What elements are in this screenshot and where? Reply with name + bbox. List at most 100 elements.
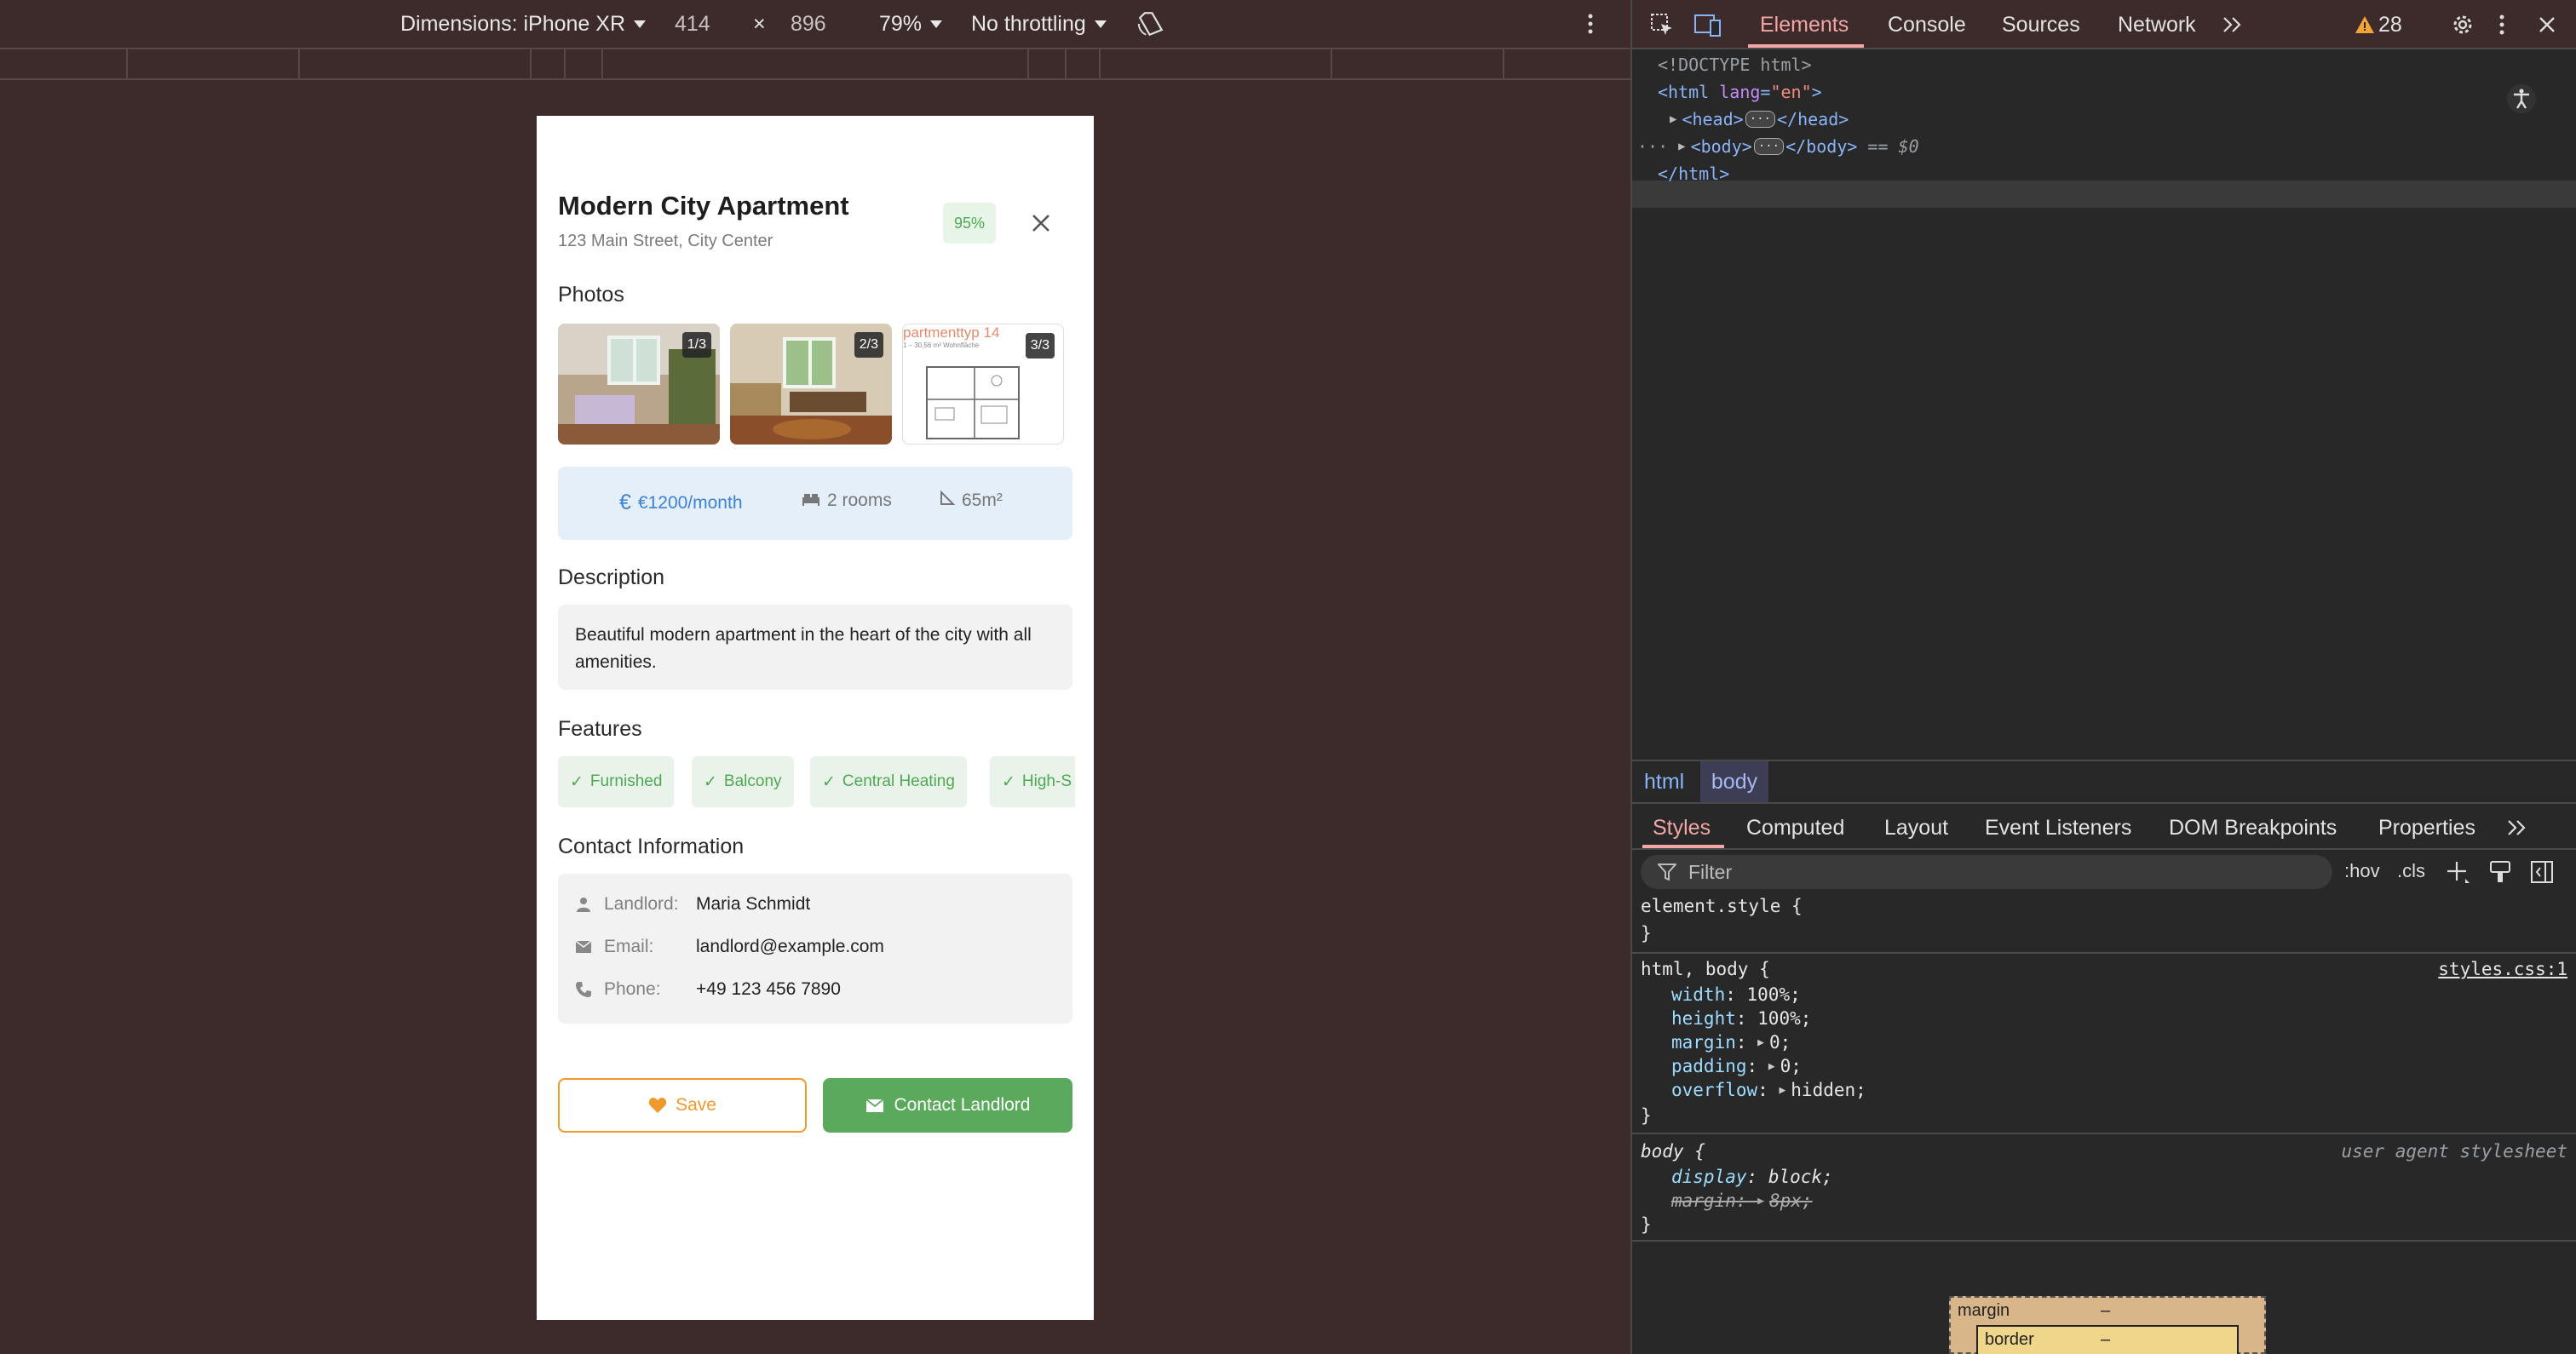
- device-dimensions-dropdown[interactable]: Dimensions: iPhone XR: [400, 0, 647, 48]
- check-icon: ✓: [822, 772, 836, 791]
- devtools-tab-bar: Elements Console Sources Network 28: [1632, 0, 2576, 49]
- css-declaration[interactable]: padding: ▶ 0;: [1671, 1054, 1802, 1078]
- inspect-element-icon[interactable]: [1649, 0, 1675, 49]
- element-style-rule[interactable]: element.style { }: [1632, 892, 2576, 954]
- device-toggle-icon[interactable]: [1693, 0, 1722, 49]
- styles-filter-input[interactable]: Filter: [1641, 855, 2332, 889]
- class-toggle[interactable]: .cls: [2397, 860, 2425, 882]
- dimension-separator: ×: [753, 11, 766, 36]
- devtools-menu-icon[interactable]: [2498, 0, 2506, 49]
- warning-icon: [2355, 16, 2374, 33]
- listing-address: 123 Main Street, City Center: [558, 232, 773, 250]
- photo-counter: 2/3: [854, 332, 883, 358]
- email-row: Email: landlord@example.com: [575, 937, 884, 957]
- tab-styles[interactable]: Styles: [1653, 806, 1711, 850]
- css-declaration[interactable]: width: 100%;: [1671, 983, 1801, 1007]
- tab-network[interactable]: Network: [2118, 0, 2196, 49]
- rotate-icon[interactable]: [1136, 0, 1165, 48]
- warnings-counter[interactable]: 28: [2355, 0, 2402, 49]
- tab-sources[interactable]: Sources: [2002, 0, 2080, 49]
- tab-computed[interactable]: Computed: [1746, 806, 1844, 850]
- html-body-rule[interactable]: html, body { styles.css:1 width: 100%; h…: [1632, 954, 2576, 1134]
- expand-triangle-icon: ▶: [1768, 1059, 1775, 1073]
- throttling-dropdown[interactable]: No throttling: [971, 0, 1107, 48]
- device-dimensions-label: Dimensions: iPhone XR: [400, 11, 626, 36]
- expand-triangle-icon[interactable]: ▶: [1670, 112, 1676, 126]
- user-agent-source: user agent stylesheet: [2341, 1141, 2567, 1162]
- breadcrumb-body[interactable]: body: [1700, 761, 1768, 802]
- listing-title: Modern City Apartment: [558, 191, 849, 221]
- price-value: €1200/month: [637, 492, 743, 513]
- head-node-line[interactable]: ▶ <head> ··· </head>: [1670, 106, 1849, 133]
- rooms-stat: 2 rooms: [802, 491, 892, 511]
- accessibility-icon[interactable]: [2506, 83, 2537, 118]
- tab-properties[interactable]: Properties: [2378, 806, 2475, 850]
- phone-value[interactable]: +49 123 456 7890: [696, 979, 841, 1000]
- tab-dom-breakpoints[interactable]: DOM Breakpoints: [2169, 806, 2337, 850]
- styles-source-link[interactable]: styles.css:1: [2438, 957, 2567, 981]
- photo-thumbnail[interactable]: 1/3: [558, 324, 720, 445]
- email-value[interactable]: landlord@example.com: [696, 937, 884, 957]
- floorplan-thumbnail[interactable]: partmenttyp 14 1 – 30,56 m² Wohnfläche 3…: [902, 324, 1064, 445]
- match-badge: 95%: [943, 203, 996, 244]
- save-button[interactable]: Save: [558, 1078, 807, 1133]
- area-value: 65m²: [962, 491, 1003, 510]
- css-declaration[interactable]: margin: ▶ 0;: [1671, 1030, 1791, 1054]
- chevron-down-icon: [930, 20, 943, 28]
- zoom-label: 79%: [879, 11, 923, 36]
- device-width-input[interactable]: 414: [675, 0, 710, 48]
- contact-landlord-button[interactable]: Contact Landlord: [823, 1078, 1072, 1133]
- tab-event-listeners[interactable]: Event Listeners: [1985, 806, 2131, 850]
- hover-state-toggle[interactable]: :hov: [2344, 860, 2380, 882]
- css-declaration[interactable]: height: 100%;: [1671, 1007, 1811, 1030]
- email-label: Email:: [604, 937, 654, 956]
- contact-landlord-label: Contact Landlord: [894, 1095, 1031, 1115]
- landlord-label: Landlord:: [604, 894, 679, 914]
- sidebar-toggle-icon[interactable]: [2530, 860, 2554, 888]
- more-tabs-icon[interactable]: [2222, 0, 2244, 49]
- doctype-line[interactable]: <!DOCTYPE html>: [1658, 51, 1812, 78]
- settings-gear-icon[interactable]: [2450, 0, 2475, 49]
- tab-layout[interactable]: Layout: [1884, 806, 1948, 850]
- photos-heading: Photos: [558, 283, 624, 307]
- more-tabs-icon[interactable]: [2506, 806, 2528, 850]
- add-rule-icon[interactable]: [2447, 860, 2470, 888]
- css-declaration[interactable]: overflow: ▶ hidden;: [1671, 1078, 1866, 1102]
- check-icon: ✓: [570, 772, 584, 791]
- paint-brush-icon[interactable]: [2489, 860, 2511, 888]
- more-options-icon[interactable]: [1586, 0, 1595, 48]
- close-icon[interactable]: [1026, 208, 1056, 238]
- rooms-value: 2 rooms: [827, 491, 892, 510]
- landlord-name: Maria Schmidt: [696, 894, 811, 914]
- rule-close-brace: }: [1641, 1214, 1652, 1235]
- css-declaration-overridden[interactable]: margin: ▶ 8px;: [1671, 1189, 1813, 1213]
- body-node-line[interactable]: ··· ▶ <body> ··· </body> == $0: [1637, 133, 1919, 160]
- features-heading: Features: [558, 717, 642, 741]
- media-query-ruler[interactable]: [0, 48, 1630, 80]
- html-close-line[interactable]: </html>: [1658, 160, 1729, 187]
- euro-icon: €: [619, 491, 631, 514]
- floorplan-caption: partmenttyp 14: [903, 324, 1000, 341]
- dom-tree: <!DOCTYPE html> <html lang = "en" > ▶ <head…: [1632, 49, 2576, 758]
- box-model-diagram[interactable]: margin – border –: [1949, 1296, 2266, 1354]
- phone-label: Phone:: [604, 979, 661, 999]
- device-height-input[interactable]: 896: [791, 0, 826, 48]
- photo-thumbnail[interactable]: 2/3: [730, 324, 892, 445]
- body-ua-rule[interactable]: body { user agent stylesheet display: bl…: [1632, 1136, 2576, 1242]
- expand-triangle-icon[interactable]: ▶: [1678, 140, 1685, 153]
- breadcrumb-html[interactable]: html: [1644, 761, 1684, 802]
- box-model-margin-value: –: [2101, 1301, 2111, 1320]
- area-stat: 65m²: [940, 490, 1003, 511]
- html-open-line[interactable]: <html lang = "en" >: [1658, 78, 1822, 106]
- css-declaration[interactable]: display: block;: [1671, 1165, 1833, 1189]
- tab-console[interactable]: Console: [1888, 0, 1966, 49]
- zoom-dropdown[interactable]: 79%: [879, 0, 943, 48]
- save-label: Save: [676, 1095, 716, 1115]
- close-devtools-icon[interactable]: [2537, 0, 2557, 49]
- rule-close-brace: }: [1641, 923, 1652, 944]
- description-text: Beautiful modern apartment in the heart …: [558, 605, 1072, 690]
- warnings-count: 28: [2378, 12, 2402, 37]
- active-tab-indicator: [1748, 44, 1864, 48]
- box-model-margin-label: margin: [1958, 1301, 2010, 1320]
- tab-elements[interactable]: Elements: [1760, 0, 1849, 49]
